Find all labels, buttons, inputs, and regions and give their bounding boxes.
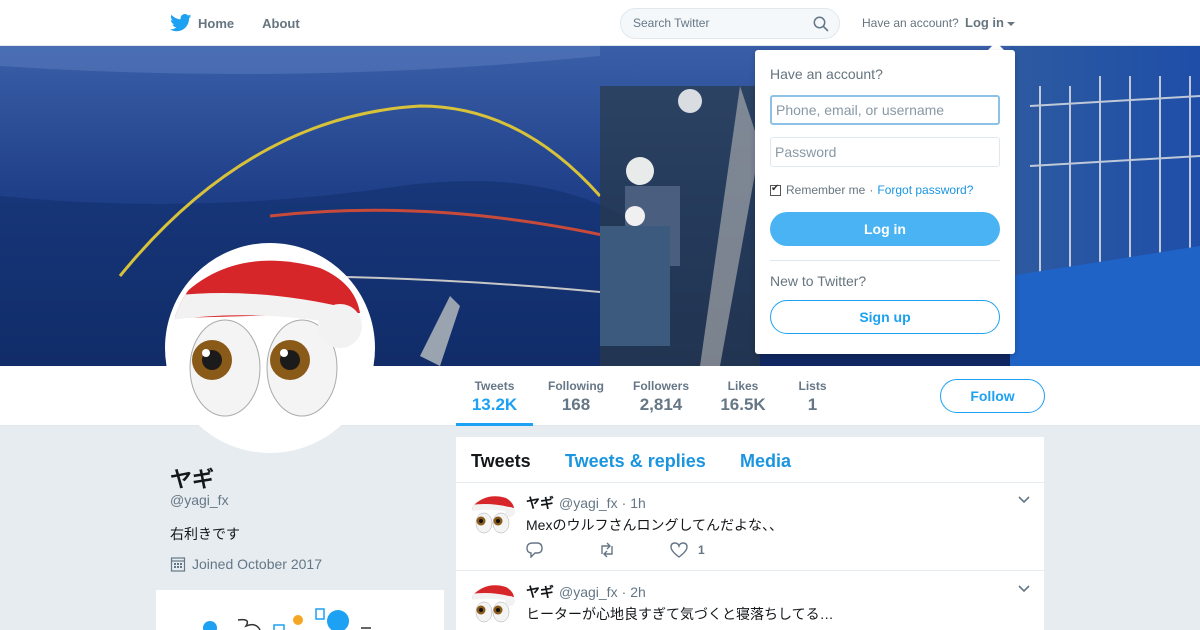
login-label: Log in	[965, 15, 1004, 30]
reply-action[interactable]	[526, 542, 544, 558]
retweet-action[interactable]	[598, 542, 616, 558]
login-dropdown-toggle[interactable]: Log in	[965, 15, 1015, 30]
tab-tweets-replies[interactable]: Tweets & replies	[565, 451, 706, 472]
follow-button[interactable]: Follow	[940, 379, 1045, 413]
profile-bio: 右利きです	[170, 526, 240, 542]
about-link[interactable]: About	[262, 16, 300, 31]
tweet-header: ヤギ @yagi_fx · 2h	[526, 582, 646, 602]
tweet-header: ヤギ @yagi_fx · 1h	[526, 493, 646, 513]
login-button[interactable]: Log in	[770, 212, 1000, 246]
dropdown-arrow	[988, 42, 1004, 50]
username-field[interactable]	[770, 95, 1000, 125]
like-action[interactable]: 1	[670, 542, 705, 558]
tweet-text: ヒーターが心地良すぎて気づくと寝落ちしてる…	[526, 606, 834, 622]
stat-label: Likes	[727, 379, 759, 393]
twitter-bird-icon	[170, 14, 192, 32]
tweet-dot-separator: ·	[621, 495, 627, 511]
chevron-down-icon[interactable]	[1018, 496, 1030, 504]
top-nav: Home About Have an account? Log in	[0, 0, 1200, 46]
profile-joined: Joined October 2017	[170, 556, 322, 572]
retweet-icon	[601, 542, 613, 558]
tweet-author-handle[interactable]: @yagi_fx	[559, 584, 618, 600]
chevron-down-icon[interactable]	[1018, 585, 1030, 593]
search-box[interactable]	[620, 8, 840, 39]
tweet[interactable]: ヤギ @yagi_fx · 2h ヒーターが心地良すぎて気づくと寝落ちしてる…	[456, 572, 1044, 630]
divider	[770, 260, 1000, 261]
dropdown-heading: Have an account?	[770, 66, 883, 82]
photos-card	[156, 590, 444, 630]
tweet-time[interactable]: 2h	[630, 584, 646, 600]
stat-value: 2,814	[639, 395, 683, 414]
profile-handle[interactable]: @yagi_fx	[170, 492, 229, 508]
remember-me-checkbox[interactable]	[770, 183, 781, 196]
stat-following[interactable]: Following 168	[540, 366, 612, 426]
stat-value: 13.2K	[471, 395, 518, 414]
tweet[interactable]: ヤギ @yagi_fx · 1h Mexのウルフさんロングしてんだよな、、 1	[456, 483, 1044, 571]
heart-icon	[670, 542, 688, 558]
calendar-icon	[170, 557, 186, 572]
tweet-avatar[interactable]	[471, 493, 516, 538]
tab-tweets[interactable]: Tweets	[471, 451, 531, 472]
media-thumbnails	[203, 608, 371, 630]
stat-likes[interactable]: Likes 16.5K	[713, 366, 773, 426]
stat-label: Tweets	[474, 379, 515, 393]
tweet-actions: 1	[526, 542, 759, 558]
separator: ·	[869, 183, 874, 197]
signup-button[interactable]: Sign up	[770, 300, 1000, 334]
home-link[interactable]: Home	[170, 14, 234, 32]
stat-label: Following	[548, 379, 604, 393]
stat-label: Lists	[798, 379, 827, 393]
stat-value: 168	[561, 395, 591, 414]
santa-eyes-avatar-icon	[170, 248, 370, 448]
profile-name[interactable]: ヤギ	[170, 462, 214, 494]
timeline-tabs: Tweets Tweets & replies Media	[456, 437, 1044, 483]
tweet-dot-separator: ·	[621, 584, 627, 600]
tab-media[interactable]: Media	[740, 451, 791, 472]
stat-value: 16.5K	[720, 395, 766, 414]
stat-label: Followers	[632, 379, 689, 393]
tweet-text: Mexのウルフさんロングしてんだよな、、	[526, 517, 784, 533]
tweet-author-handle[interactable]: @yagi_fx	[559, 495, 618, 511]
stat-lists[interactable]: Lists 1	[790, 366, 835, 426]
tweet-avatar[interactable]	[471, 582, 516, 627]
timeline: Tweets Tweets & replies Media ヤギ @yagi_f…	[456, 437, 1044, 630]
search-icon[interactable]	[813, 16, 829, 32]
new-to-twitter-text: New to Twitter?	[770, 273, 867, 289]
remember-me-label[interactable]: Remember me	[786, 183, 865, 197]
remember-row: Remember me · Forgot password?	[770, 183, 973, 197]
stat-tweets[interactable]: Tweets 13.2K	[456, 366, 533, 426]
reply-icon	[526, 542, 543, 558]
stat-followers[interactable]: Followers 2,814	[626, 366, 696, 426]
tweet-author-name[interactable]: ヤギ	[526, 582, 554, 602]
nav-left: Home About	[170, 0, 328, 46]
profile-avatar[interactable]	[165, 243, 375, 453]
search-input[interactable]	[633, 16, 803, 30]
joined-date: Joined October 2017	[192, 556, 322, 572]
santa-eyes-avatar-icon	[471, 493, 516, 538]
stat-value: 1	[807, 395, 818, 414]
home-label: Home	[198, 15, 235, 31]
tweet-author-name[interactable]: ヤギ	[526, 493, 554, 513]
forgot-password-link[interactable]: Forgot password?	[877, 183, 973, 197]
santa-eyes-avatar-icon	[471, 582, 516, 627]
like-count: 1	[698, 543, 705, 557]
caret-down-icon	[1007, 21, 1015, 26]
have-account-text: Have an account?	[862, 16, 959, 30]
tweet-time[interactable]: 1h	[630, 495, 646, 511]
password-field[interactable]	[770, 137, 1000, 167]
login-dropdown: Have an account? Remember me · Forgot pa…	[755, 50, 1015, 354]
